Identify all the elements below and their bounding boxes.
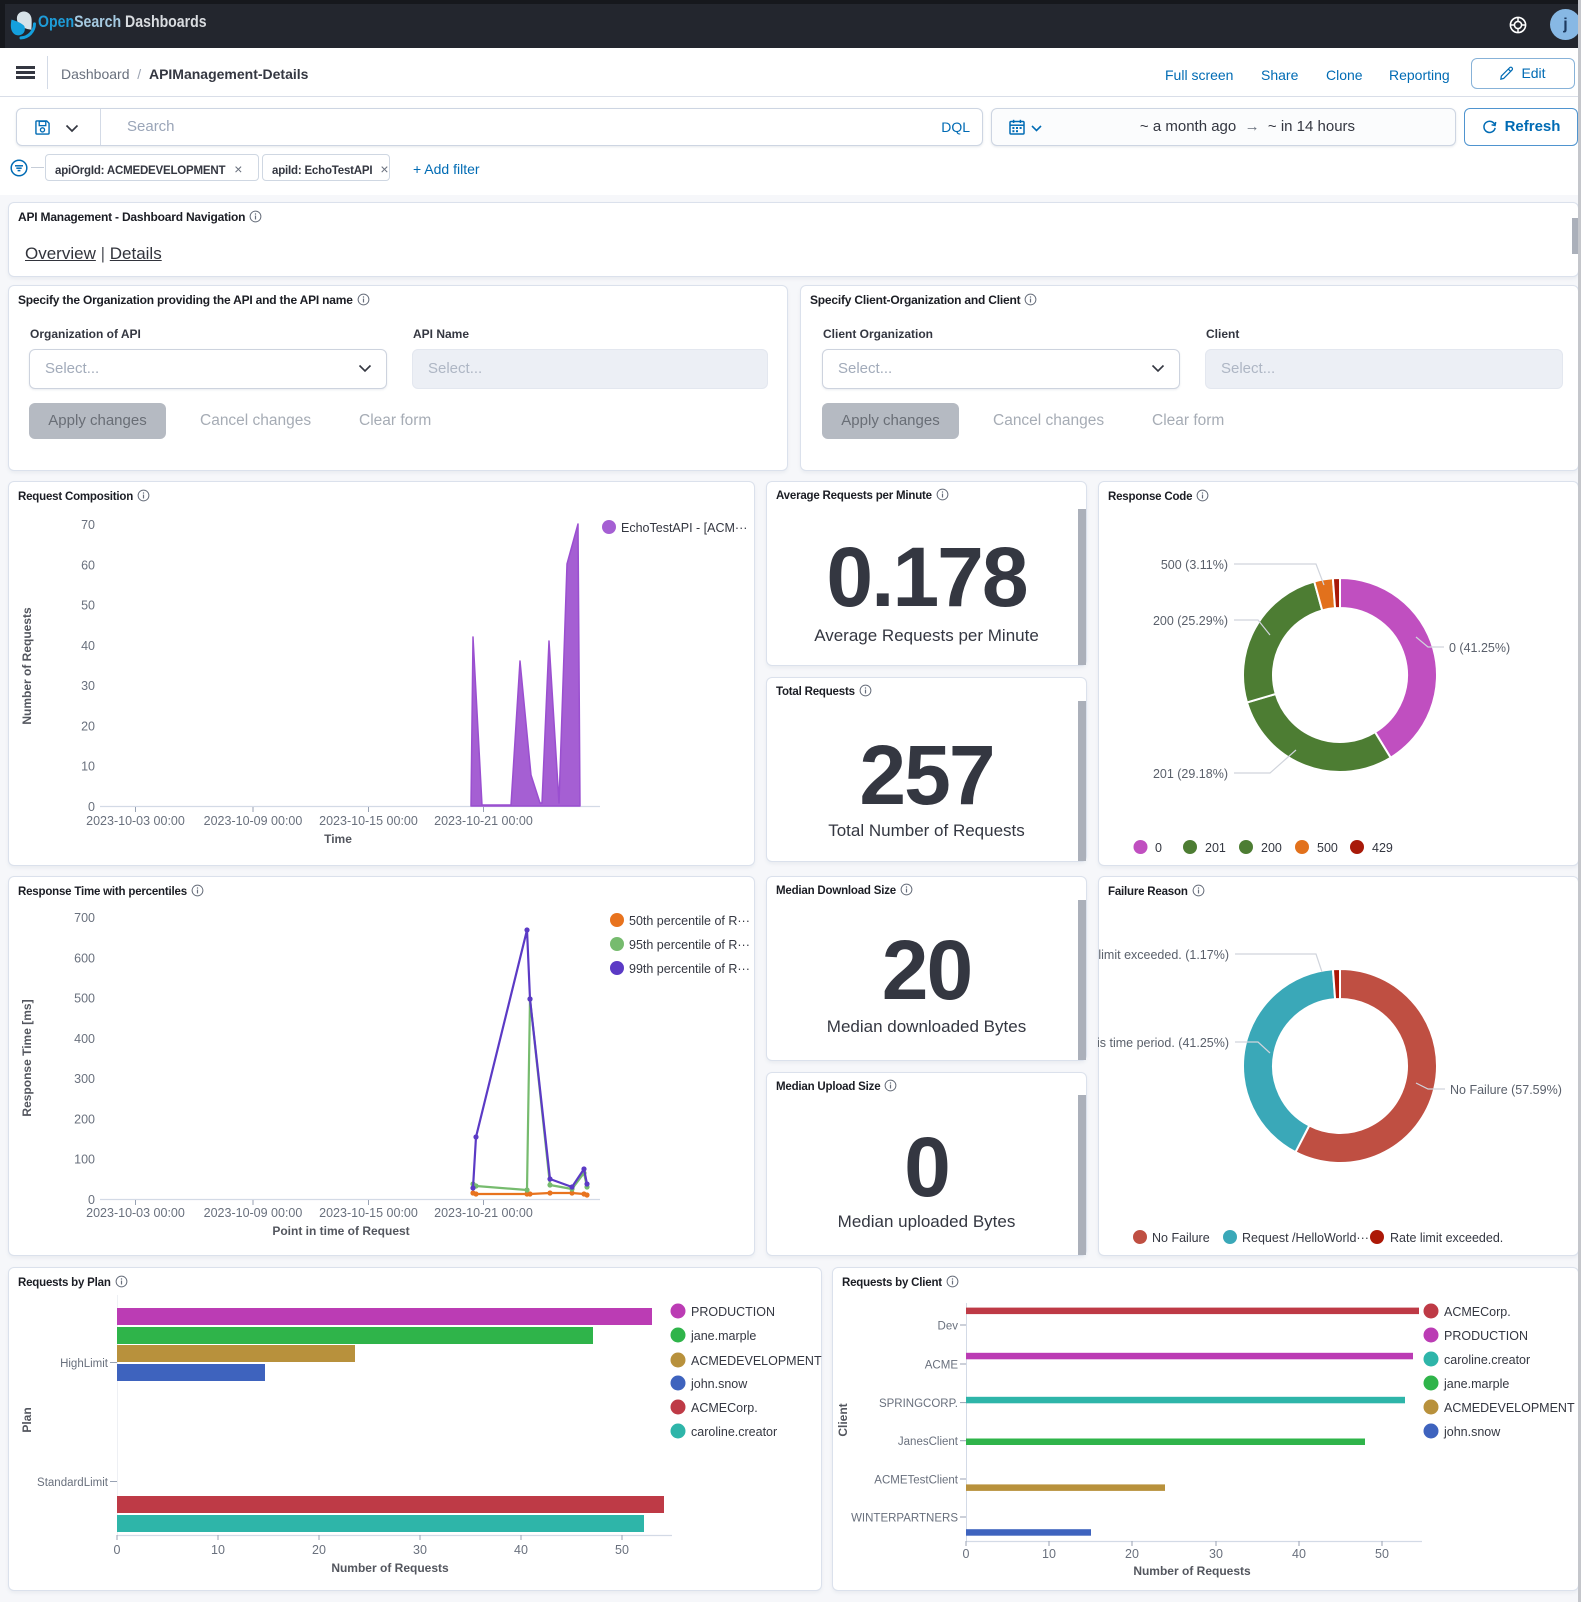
svg-text:Request /HelloWorld···: Request /HelloWorld··· [1242,1231,1369,1245]
svg-text:201 (29.18%): 201 (29.18%) [1153,767,1228,781]
svg-text:500: 500 [1317,841,1338,855]
svg-text:429: 429 [1372,841,1393,855]
svg-text:30: 30 [81,679,95,693]
svg-text:Plan: Plan [20,1407,34,1432]
svg-text:0: 0 [963,1547,970,1561]
svg-text:PRODUCTION: PRODUCTION [691,1305,775,1319]
svg-text:Rate limit exceeded.: Rate limit exceeded. [1390,1231,1503,1245]
svg-text:WINTERPARTNERS: WINTERPARTNERS [851,1513,958,1525]
svg-text:Rate limit exceeded. (1.17%): Rate limit exceeded. (1.17%) [1098,948,1229,962]
svg-text:Number of Requests: Number of Requests [331,1561,449,1575]
svg-text:30: 30 [413,1543,427,1557]
svg-text:Client: Client [836,1403,850,1436]
svg-text:40: 40 [1292,1547,1306,1561]
svg-text:caroline.creator: caroline.creator [691,1425,777,1439]
svg-text:600: 600 [74,951,95,965]
svg-text:Time: Time [324,832,352,846]
svg-text:Number of Requests: Number of Requests [1133,1564,1251,1578]
svg-text:70: 70 [81,518,95,532]
svg-text:ACMEDEVELOPMENT: ACMEDEVELOPMENT [691,1354,822,1368]
svg-text:201: 201 [1205,841,1226,855]
svg-text:0: 0 [1155,841,1162,855]
svg-text:john.snow: john.snow [690,1377,748,1391]
svg-text:No Failure: No Failure [1152,1231,1210,1245]
svg-text:200 (25.29%): 200 (25.29%) [1153,614,1228,628]
svg-text:200: 200 [74,1112,95,1126]
svg-text:40: 40 [81,639,95,653]
svg-text:2023-10-15 00:00: 2023-10-15 00:00 [319,1206,418,1220]
svg-text:0: 0 [114,1543,121,1557]
svg-text:700: 700 [74,911,95,925]
svg-text:Dev: Dev [938,1321,959,1333]
svg-text:PRODUCTION: PRODUCTION [1444,1329,1528,1343]
svg-text:JanesClient: JanesClient [898,1436,959,1448]
svg-text:requests in this time period.: requests in this time period. (41.25%) [1098,1036,1229,1050]
svg-text:ACMETestClient: ACMETestClient [874,1475,959,1487]
svg-text:john.snow: john.snow [1443,1425,1501,1439]
svg-text:2023-10-21 00:00: 2023-10-21 00:00 [434,814,533,828]
svg-text:99th percentile of R···: 99th percentile of R··· [629,962,750,976]
svg-text:40: 40 [514,1543,528,1557]
svg-text:ACMEDEVELOPMENT: ACMEDEVELOPMENT [1444,1401,1575,1415]
svg-text:20: 20 [1125,1547,1139,1561]
svg-text:500: 500 [74,992,95,1006]
svg-text:0: 0 [88,1193,95,1207]
svg-text:SPRINGCORP.: SPRINGCORP. [879,1398,958,1410]
svg-text:300: 300 [74,1072,95,1086]
svg-text:jane.marple: jane.marple [690,1329,756,1343]
svg-text:10: 10 [81,760,95,774]
svg-text:jane.marple: jane.marple [1443,1377,1509,1391]
svg-text:2023-10-15 00:00: 2023-10-15 00:00 [319,814,418,828]
svg-text:2023-10-09 00:00: 2023-10-09 00:00 [204,814,303,828]
svg-text:100: 100 [74,1153,95,1167]
svg-text:500 (3.11%): 500 (3.11%) [1161,558,1228,572]
svg-text:Response Time [ms]: Response Time [ms] [20,999,34,1116]
svg-text:ACMECorp.: ACMECorp. [1444,1305,1511,1319]
svg-text:20: 20 [81,719,95,733]
svg-text:2023-10-21 00:00: 2023-10-21 00:00 [434,1206,533,1220]
svg-text:20: 20 [312,1543,326,1557]
svg-text:10: 10 [211,1543,225,1557]
svg-text:400: 400 [74,1032,95,1046]
svg-text:10: 10 [1042,1547,1056,1561]
svg-text:2023-10-09 00:00: 2023-10-09 00:00 [204,1206,303,1220]
svg-text:Point in time of Request: Point in time of Request [272,1224,409,1238]
svg-text:0 (41.25%): 0 (41.25%) [1449,641,1510,655]
svg-text:No Failure (57.59%): No Failure (57.59%) [1450,1083,1562,1097]
svg-text:HighLimit: HighLimit [60,1358,109,1370]
svg-text:200: 200 [1261,841,1282,855]
svg-text:95th percentile of R···: 95th percentile of R··· [629,938,750,952]
svg-text:ACMECorp.: ACMECorp. [691,1401,758,1415]
svg-text:50: 50 [615,1543,629,1557]
svg-text:50th percentile of R···: 50th percentile of R··· [629,914,750,928]
svg-text:caroline.creator: caroline.creator [1444,1353,1530,1367]
svg-text:60: 60 [81,558,95,572]
svg-text:EchoTestAPI - [ACM···: EchoTestAPI - [ACM··· [621,521,747,535]
svg-text:30: 30 [1209,1547,1223,1561]
svg-text:2023-10-03 00:00: 2023-10-03 00:00 [86,814,185,828]
svg-text:2023-10-03 00:00: 2023-10-03 00:00 [86,1206,185,1220]
svg-text:0: 0 [88,800,95,814]
svg-text:50: 50 [1375,1547,1389,1561]
svg-text:50: 50 [81,599,95,613]
svg-text:StandardLimit: StandardLimit [37,1477,109,1489]
svg-text:ACME: ACME [925,1360,959,1372]
svg-text:Number of Requests: Number of Requests [20,607,34,725]
